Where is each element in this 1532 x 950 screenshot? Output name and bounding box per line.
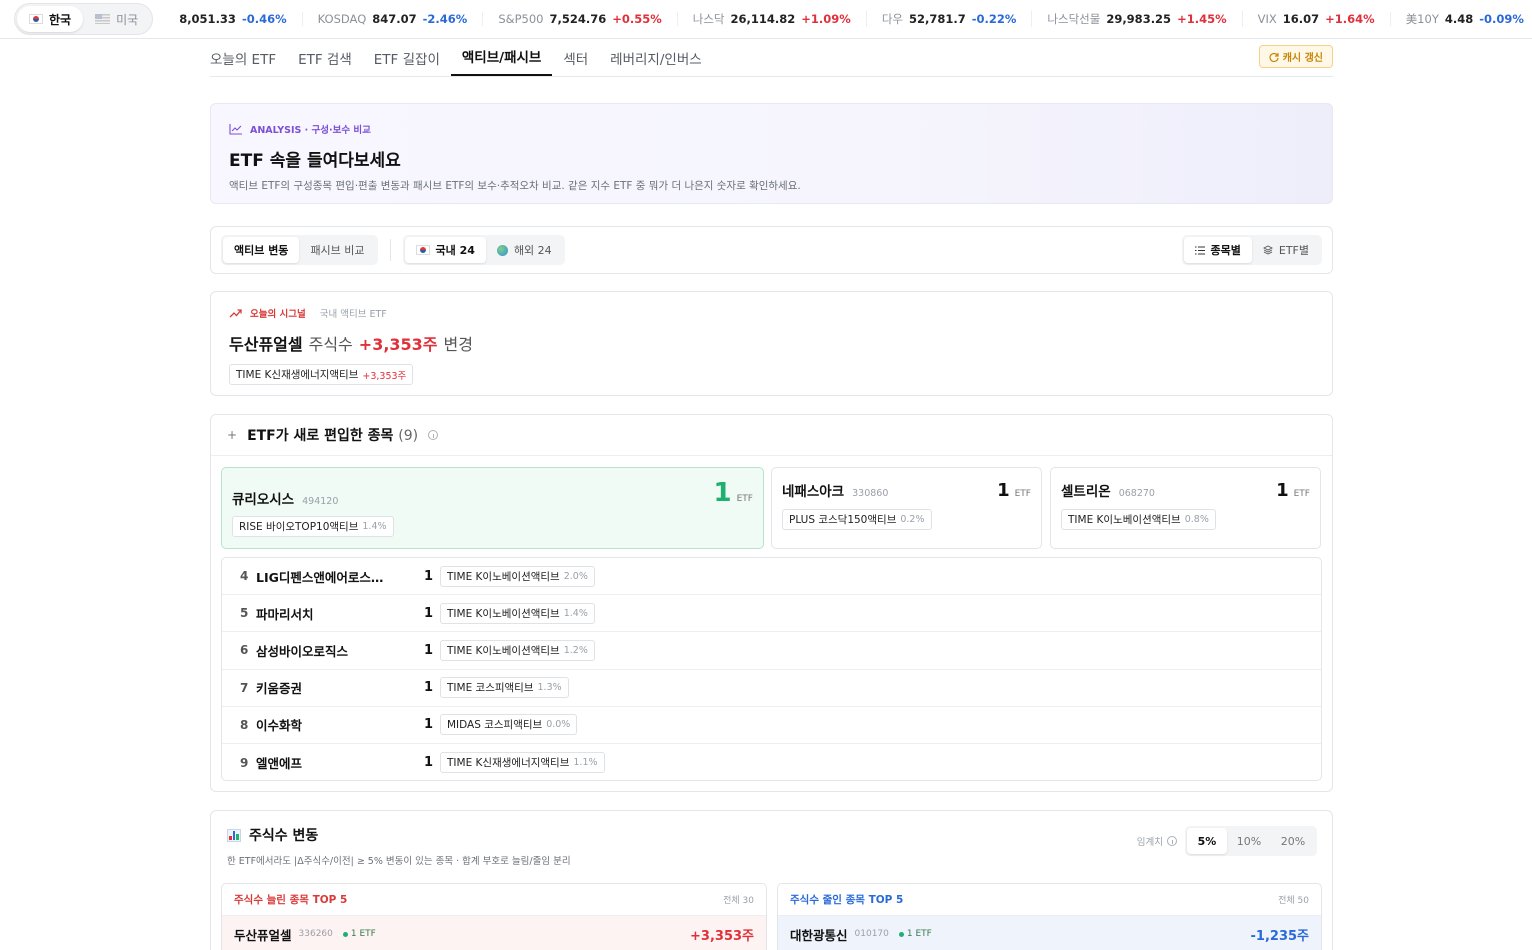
cache-refresh-button[interactable]: 캐시 갱신 bbox=[1258, 45, 1333, 68]
top-inclusions: 큐리오시스 494120 1 ETF RISE 바이오TOP10액티브 1.4%… bbox=[221, 467, 1322, 549]
refresh-icon bbox=[1269, 52, 1279, 62]
etf-chip[interactable]: TIME K신재생에너지액티브 +3,353주 bbox=[229, 364, 414, 385]
mode-passive-compare-button[interactable]: 패시브 비교 bbox=[299, 237, 375, 263]
signal-kicker: 오늘의 시그널 국내 액티브 ETF bbox=[229, 306, 1314, 320]
status-dot-icon bbox=[342, 931, 348, 937]
ticker-item[interactable]: VIX 16.07 +1.64% bbox=[1243, 12, 1391, 26]
etf-count: 1 ETF bbox=[713, 478, 753, 508]
main-nav: 오늘의 ETF ETF 검색 ETF 길잡이 액티브/패시브 섹터 레버리지/인… bbox=[210, 40, 1333, 77]
korea-flag-icon bbox=[29, 14, 43, 24]
ticker-items: 8,051.33 -0.46% KOSDAQ 847.07 -2.46% S&P500 7,… bbox=[157, 11, 1532, 27]
new-inclusions-section: + ETF가 새로 편입한 종목 (9) 큐리오시스 494120 1 ETF … bbox=[210, 414, 1333, 792]
region-domestic-button[interactable]: 국내 24 bbox=[404, 237, 486, 263]
etf-chip[interactable]: MIDAS 코스피액티브 0.0% bbox=[440, 714, 578, 736]
market-us-button[interactable]: 미국 bbox=[83, 6, 150, 32]
filter-bar: 액티브 변동 패시브 비교 국내 24 해외 24 종목별 ETF별 bbox=[210, 226, 1333, 274]
ticker-item[interactable]: S&P500 7,524.76 +0.55% bbox=[483, 12, 678, 26]
section-description: 한 ETF에서라도 |Δ주식수/이전| ≥ 5% 변동이 있는 종목 · 합계 … bbox=[227, 856, 571, 867]
etf-chip[interactable]: TIME 코스피액티브 1.3% bbox=[440, 677, 569, 699]
hero-kicker: ANALYSIS · 구성·보수 비교 bbox=[229, 122, 1314, 136]
tab-active-passive[interactable]: 액티브/패시브 bbox=[450, 46, 553, 76]
view-by-stock-button[interactable]: 종목별 bbox=[1183, 237, 1252, 263]
tab-sector[interactable]: 섹터 bbox=[552, 48, 599, 76]
etf-chip[interactable]: TIME K이노베이션액티브 1.4% bbox=[440, 602, 595, 624]
share-decrease-panel: 주식수 줄인 종목 TOP 5 전체 50 대한광통신 010170 1 ETF… bbox=[777, 883, 1322, 950]
table-row[interactable]: 5 파마리서치 1 TIME K이노베이션액티브 1.4% bbox=[222, 595, 1321, 633]
list-item[interactable]: 대한광통신 010170 1 ETF -1,235주 bbox=[778, 916, 1321, 950]
list-icon bbox=[1194, 245, 1205, 255]
market-toggle: 한국 미국 bbox=[14, 3, 154, 35]
globe-icon bbox=[496, 244, 508, 256]
etf-chip[interactable]: TIME K신재생에너지액티브 1.1% bbox=[440, 752, 605, 774]
mode-switch: 액티브 변동 패시브 비교 bbox=[221, 235, 378, 265]
table-row[interactable]: 9 엘앤에프 1 TIME K신재생에너지액티브 1.1% bbox=[222, 744, 1321, 781]
layers-icon bbox=[1262, 245, 1273, 255]
section-header: + ETF가 새로 편입한 종목 (9) bbox=[211, 415, 1332, 456]
tab-today-etf[interactable]: 오늘의 ETF bbox=[210, 48, 287, 76]
threshold-switch: 5% 10% 20% bbox=[1185, 826, 1317, 856]
threshold-5-button[interactable]: 5% bbox=[1187, 828, 1227, 854]
tab-leverage-inverse[interactable]: 레버리지/인버스 bbox=[599, 48, 713, 76]
tab-etf-guide[interactable]: ETF 길잡이 bbox=[363, 48, 451, 76]
korea-flag-icon bbox=[415, 245, 430, 255]
signal-stock-name[interactable]: 두산퓨얼셀 bbox=[229, 331, 303, 355]
etf-chip[interactable]: TIME K이노베이션액티브 0.8% bbox=[1061, 509, 1216, 530]
etf-count: 1 ETF bbox=[997, 480, 1031, 501]
page-description: 액티브 ETF의 구성종목 편입·편출 변동과 패시브 ETF의 보수·추적오차… bbox=[229, 180, 801, 192]
bar-chart-icon bbox=[227, 828, 241, 842]
inclusion-list: 4 LIG디펜스앤에어로스… 1 TIME K이노베이션액티브 2.0% 5 파마… bbox=[221, 557, 1322, 781]
list-item[interactable]: 두산퓨얼셀 336260 1 ETF +3,353주 bbox=[222, 916, 766, 950]
inclusion-card-2[interactable]: 네패스아크 330860 1 ETF PLUS 코스닥150액티브 0.2% bbox=[771, 467, 1042, 549]
ticker-item[interactable]: 8,051.33 -0.46% bbox=[157, 12, 303, 26]
etf-chip[interactable]: TIME K이노베이션액티브 1.2% bbox=[440, 639, 595, 661]
chart-line-icon bbox=[229, 123, 242, 135]
plus-icon: + bbox=[227, 428, 238, 442]
view-switch: 종목별 ETF별 bbox=[1181, 235, 1322, 265]
info-icon[interactable] bbox=[428, 430, 439, 440]
info-icon[interactable] bbox=[1167, 836, 1177, 846]
page-title: ETF 속을 들여다보세요 bbox=[229, 151, 401, 171]
market-ticker-bar: 한국 미국 8,051.33 -0.46% KOSDAQ 847.07 -2.46% S&… bbox=[0, 0, 1532, 39]
hero-banner: ANALYSIS · 구성·보수 비교 ETF 속을 들여다보세요 액티브 ET… bbox=[210, 103, 1333, 204]
etf-chip[interactable]: TIME K이노베이션액티브 2.0% bbox=[440, 565, 595, 587]
etf-count: 1 ETF bbox=[1276, 480, 1310, 501]
threshold-10-button[interactable]: 10% bbox=[1227, 828, 1271, 854]
inclusion-card-1[interactable]: 큐리오시스 494120 1 ETF RISE 바이오TOP10액티브 1.4% bbox=[221, 467, 764, 549]
inclusion-card-3[interactable]: 셀트리온 068270 1 ETF TIME K이노베이션액티브 0.8% bbox=[1050, 467, 1321, 549]
view-by-etf-button[interactable]: ETF별 bbox=[1252, 237, 1320, 263]
today-signal-card: 오늘의 시그널 국내 액티브 ETF 두산퓨얼셀 주식수 +3,353주 변경 … bbox=[210, 291, 1333, 396]
share-change-section: 주식수 변동 한 ETF에서라도 |Δ주식수/이전| ≥ 5% 변동이 있는 종… bbox=[210, 810, 1333, 950]
etf-chip[interactable]: RISE 바이오TOP10액티브 1.4% bbox=[232, 516, 394, 537]
ticker-item[interactable]: 美10Y 4.48 -0.09% bbox=[1391, 11, 1532, 27]
ticker-item[interactable]: 나스닥선물 29,983.25 +1.45% bbox=[1032, 11, 1243, 27]
region-overseas-button[interactable]: 해외 24 bbox=[486, 237, 563, 263]
market-korea-button[interactable]: 한국 bbox=[17, 6, 84, 32]
etf-chip[interactable]: PLUS 코스닥150액티브 0.2% bbox=[782, 509, 932, 530]
ticker-item[interactable]: KOSDAQ 847.07 -2.46% bbox=[303, 12, 484, 26]
tab-etf-search[interactable]: ETF 검색 bbox=[287, 48, 363, 76]
trending-up-icon bbox=[229, 308, 242, 317]
table-row[interactable]: 8 이수화학 1 MIDAS 코스피액티브 0.0% bbox=[222, 707, 1321, 744]
signal-change: +3,353주 bbox=[358, 335, 438, 354]
divider bbox=[389, 239, 391, 261]
ticker-item[interactable]: 나스닥 26,114.82 +1.09% bbox=[678, 11, 867, 27]
share-increase-panel: 주식수 늘린 종목 TOP 5 전체 30 두산퓨얼셀 336260 1 ETF… bbox=[221, 883, 767, 950]
ticker-item[interactable]: 다우 52,781.7 -0.22% bbox=[867, 11, 1033, 27]
table-row[interactable]: 7 키움증권 1 TIME 코스피액티브 1.3% bbox=[222, 670, 1321, 707]
table-row[interactable]: 4 LIG디펜스앤에어로스… 1 TIME K이노베이션액티브 2.0% bbox=[222, 558, 1321, 596]
threshold-control: 임계치 5% 10% 20% bbox=[1137, 826, 1317, 856]
section-title: ETF가 새로 편입한 종목 (9) bbox=[247, 428, 419, 444]
status-dot-icon bbox=[898, 931, 904, 937]
signal-headline: 두산퓨얼셀 주식수 +3,353주 변경 bbox=[229, 331, 1314, 355]
region-switch: 국내 24 해외 24 bbox=[402, 235, 565, 265]
table-row[interactable]: 6 삼성바이오로직스 1 TIME K이노베이션액티브 1.2% bbox=[222, 632, 1321, 670]
us-flag-icon bbox=[95, 14, 111, 24]
threshold-20-button[interactable]: 20% bbox=[1271, 828, 1315, 854]
mode-active-change-button[interactable]: 액티브 변동 bbox=[223, 237, 300, 263]
section-title: 주식수 변동 bbox=[227, 825, 571, 845]
